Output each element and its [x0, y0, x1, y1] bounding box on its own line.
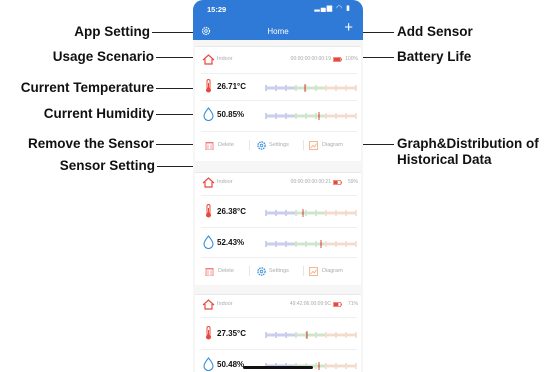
- chart-icon[interactable]: [309, 141, 318, 150]
- divider: [249, 140, 250, 150]
- home-icon: [202, 54, 215, 65]
- callout-remove-sensor: Remove the Sensor: [27, 136, 154, 151]
- callout-app-setting: App Setting: [74, 24, 150, 39]
- divider: [201, 100, 357, 101]
- callout-usage-scenario: Usage Scenario: [52, 49, 154, 64]
- divider: [249, 266, 250, 276]
- battery-life: 71%: [347, 301, 358, 307]
- settings-button[interactable]: Settings: [269, 142, 289, 148]
- delete-button[interactable]: Delete: [218, 142, 234, 148]
- humidity-scale: [265, 240, 357, 248]
- thermometer-icon: [206, 326, 211, 340]
- divider: [201, 73, 357, 74]
- usage-scenario: Indoor: [217, 301, 233, 307]
- trash-icon[interactable]: [205, 141, 214, 150]
- callout-graph-line2: Historical Data: [397, 152, 492, 167]
- divider: [201, 257, 357, 258]
- humidity-scale: [265, 112, 357, 120]
- page-title: Home: [267, 27, 289, 36]
- sensor-id: 49:42:06:00:09:9C: [289, 301, 331, 307]
- phone-screen: 15:29 ▂▄▆ ◠ ▮ Home + Indoor 00:00:00:00:…: [193, 0, 363, 372]
- temperature-scale: [265, 209, 357, 217]
- sensor-card: Indoor 49:42:06:00:09:9C 71% 27.35°C 50.…: [195, 294, 361, 372]
- status-icons: ▂▄▆ ◠ ▮: [314, 5, 351, 12]
- droplet-icon: [203, 235, 214, 249]
- droplet-icon: [203, 107, 214, 121]
- temperature-scale: [265, 331, 357, 339]
- battery-life: 100%: [345, 56, 358, 62]
- callout-battery-life: Battery Life: [397, 49, 472, 64]
- trash-icon[interactable]: [205, 267, 214, 276]
- sensor-id: 00:00:00:00:00:21: [290, 179, 331, 185]
- usage-scenario: Indoor: [217, 56, 233, 62]
- home-icon: [202, 177, 215, 188]
- current-humidity: 50.48%: [217, 360, 245, 369]
- callout-current-humidity: Current Humidity: [43, 106, 154, 121]
- battery-icon: [333, 302, 342, 307]
- battery-life: 59%: [347, 179, 358, 185]
- home-icon: [202, 299, 215, 310]
- settings-gear-icon[interactable]: [257, 267, 266, 276]
- chart-icon[interactable]: [309, 267, 318, 276]
- home-indicator[interactable]: [243, 366, 313, 369]
- droplet-icon: [203, 357, 214, 371]
- divider: [201, 195, 357, 196]
- app-header: 15:29 ▂▄▆ ◠ ▮ Home +: [193, 0, 363, 40]
- diagram-button[interactable]: Diagram: [322, 142, 343, 148]
- current-temperature: 26.71°C: [217, 82, 246, 91]
- delete-button[interactable]: Delete: [218, 268, 234, 274]
- divider: [303, 266, 304, 276]
- settings-button[interactable]: Settings: [269, 268, 289, 274]
- thermometer-icon: [206, 79, 211, 93]
- divider: [201, 317, 357, 318]
- divider: [201, 131, 357, 132]
- current-temperature: 26.38°C: [217, 207, 246, 216]
- status-time: 15:29: [207, 5, 227, 14]
- callout-graph-distribution: Graph&Distribution of Historical Data: [397, 136, 539, 168]
- sensor-card: Indoor 00:00:00:00:00:21 59% 26.38°C 52.…: [195, 172, 361, 285]
- battery-icon: [333, 180, 342, 185]
- current-temperature: 27.35°C: [217, 329, 246, 338]
- current-humidity: 52.43%: [217, 238, 245, 247]
- settings-gear-icon[interactable]: [257, 141, 266, 150]
- usage-scenario: Indoor: [217, 179, 233, 185]
- thermometer-icon: [206, 204, 211, 218]
- battery-icon: [333, 57, 342, 62]
- callout-current-temperature: Current Temperature: [20, 80, 154, 95]
- callout-graph-line1: Graph&Distribution of: [397, 136, 539, 151]
- callout-sensor-setting: Sensor Setting: [59, 158, 155, 173]
- sensor-id: 00:00:00:00:00:19: [290, 56, 331, 62]
- temperature-scale: [265, 84, 357, 92]
- callout-add-sensor: Add Sensor: [397, 24, 473, 39]
- divider: [201, 349, 357, 350]
- divider: [303, 140, 304, 150]
- current-humidity: 50.85%: [217, 110, 245, 119]
- divider: [201, 227, 357, 228]
- sensor-card: Indoor 00:00:00:00:00:19 100% 26.71°C 50…: [195, 46, 361, 161]
- diagram-button[interactable]: Diagram: [322, 268, 343, 274]
- plus-icon[interactable]: +: [344, 20, 353, 35]
